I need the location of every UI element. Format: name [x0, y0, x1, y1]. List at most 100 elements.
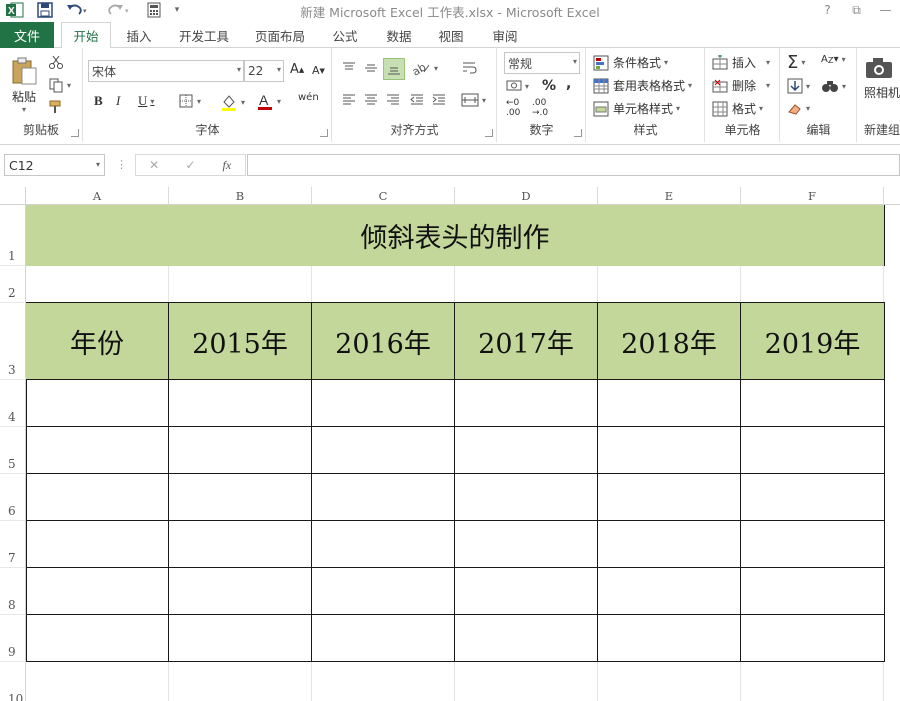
table-cell[interactable]: [598, 521, 741, 568]
row-header-5[interactable]: 5: [0, 427, 26, 474]
table-cell[interactable]: [26, 615, 169, 662]
cell-b2[interactable]: [169, 266, 312, 303]
cell-a2[interactable]: [26, 266, 169, 303]
table-cell[interactable]: [312, 380, 455, 427]
fill-icon[interactable]: ▾: [787, 78, 810, 94]
table-cell[interactable]: [26, 568, 169, 615]
table-cell[interactable]: [455, 568, 598, 615]
table-cell[interactable]: [598, 380, 741, 427]
header-cell-2015[interactable]: 2015年: [169, 303, 312, 380]
conditional-formatting-button[interactable]: 条件格式 ▾: [593, 54, 668, 71]
ribbon-display-button[interactable]: ⧉: [842, 0, 871, 20]
cell-d10[interactable]: [455, 662, 598, 701]
decrease-font-icon[interactable]: A ▼: [312, 64, 325, 77]
cell-d2[interactable]: [455, 266, 598, 303]
clear-icon[interactable]: ▾: [787, 100, 810, 116]
table-cell[interactable]: [455, 427, 598, 474]
header-cell-2019[interactable]: 2019年: [741, 303, 885, 380]
clipboard-dialog-launcher[interactable]: [71, 129, 79, 137]
cell-c2[interactable]: [312, 266, 455, 303]
table-cell[interactable]: [598, 568, 741, 615]
align-right-icon[interactable]: [385, 92, 401, 108]
row-header-9[interactable]: 9: [0, 615, 26, 662]
decrease-decimal-icon[interactable]: .00 →.0: [532, 98, 548, 118]
column-header-d[interactable]: D: [455, 187, 598, 205]
increase-decimal-icon[interactable]: ←0.00: [506, 98, 520, 118]
tab-home[interactable]: 开始: [61, 22, 111, 49]
tab-formulas[interactable]: 公式: [322, 22, 368, 48]
font-size-select[interactable]: 22 ▾: [244, 60, 284, 82]
row-header-2[interactable]: 2: [0, 266, 26, 303]
table-cell[interactable]: [26, 427, 169, 474]
table-cell[interactable]: [598, 427, 741, 474]
insert-function-button[interactable]: fx: [209, 158, 245, 173]
tab-view[interactable]: 视图: [428, 22, 474, 48]
row-header-4[interactable]: 4: [0, 380, 26, 427]
number-dialog-launcher[interactable]: [574, 129, 582, 137]
tab-review[interactable]: 审阅: [482, 22, 528, 48]
table-cell[interactable]: [741, 474, 885, 521]
bold-button[interactable]: B: [94, 93, 103, 109]
align-middle-icon[interactable]: [363, 60, 379, 76]
comma-button[interactable]: ,: [566, 76, 571, 92]
table-cell[interactable]: [455, 521, 598, 568]
help-button[interactable]: ?: [813, 0, 842, 20]
table-cell[interactable]: [455, 615, 598, 662]
column-header-e[interactable]: E: [598, 187, 741, 205]
accounting-format-icon[interactable]: ▾: [506, 78, 529, 94]
cell-a10[interactable]: [26, 662, 169, 701]
header-cell-2016[interactable]: 2016年: [312, 303, 455, 380]
table-cell[interactable]: [598, 474, 741, 521]
table-cell[interactable]: [26, 474, 169, 521]
increase-indent-icon[interactable]: [431, 92, 447, 108]
number-format-select[interactable]: 常规 ▾: [504, 52, 580, 74]
column-header-c[interactable]: C: [312, 187, 455, 205]
insert-cells-button[interactable]: 插入 ▾: [712, 54, 770, 71]
table-cell[interactable]: [598, 615, 741, 662]
row-header-6[interactable]: 6: [0, 474, 26, 521]
wrap-text-icon[interactable]: [461, 60, 477, 76]
find-select-icon[interactable]: ▾: [821, 78, 846, 94]
cell-styles-button[interactable]: 单元格样式 ▾: [593, 100, 680, 117]
cut-icon[interactable]: [48, 54, 64, 70]
font-dialog-launcher[interactable]: [320, 129, 328, 137]
borders-icon[interactable]: ▾: [178, 93, 201, 109]
table-cell[interactable]: [741, 615, 885, 662]
cell-f2[interactable]: [741, 266, 884, 303]
tab-data[interactable]: 数据: [376, 22, 422, 48]
copy-icon[interactable]: ▾: [48, 77, 71, 93]
alignment-dialog-launcher[interactable]: [485, 129, 493, 137]
name-box[interactable]: C12 ▾: [4, 154, 105, 176]
row-header-10[interactable]: 10: [0, 662, 26, 701]
table-cell[interactable]: [312, 615, 455, 662]
table-cell[interactable]: [169, 380, 312, 427]
title-cell[interactable]: 倾斜表头的制作: [26, 205, 885, 266]
phonetic-guide-button[interactable]: wén: [298, 92, 319, 103]
format-as-table-button[interactable]: 套用表格格式 ▾: [593, 77, 692, 94]
table-cell[interactable]: [741, 568, 885, 615]
paste-button[interactable]: 粘贴 ▾: [6, 56, 42, 114]
table-cell[interactable]: [455, 380, 598, 427]
row-header-7[interactable]: 7: [0, 521, 26, 568]
font-color-icon[interactable]: A ▾: [256, 92, 281, 110]
cancel-entry-button[interactable]: ✕: [136, 158, 172, 172]
header-cell-year[interactable]: 年份: [26, 303, 169, 380]
fill-color-icon[interactable]: ▾: [220, 93, 245, 111]
table-cell[interactable]: [169, 615, 312, 662]
cell-f10[interactable]: [741, 662, 884, 701]
header-cell-2017[interactable]: 2017年: [455, 303, 598, 380]
formula-input[interactable]: [247, 154, 900, 176]
sort-filter-icon[interactable]: A Z ▾ ▾: [821, 54, 846, 65]
font-name-select[interactable]: 宋体 ▾: [88, 60, 244, 82]
cell-e10[interactable]: [598, 662, 741, 701]
row-header-8[interactable]: 8: [0, 568, 26, 615]
tab-developer[interactable]: 开发工具: [168, 22, 240, 48]
minimize-button[interactable]: —: [871, 0, 900, 20]
orientation-icon[interactable]: ab ▾: [411, 60, 438, 76]
tab-file[interactable]: 文件: [0, 22, 54, 48]
italic-button[interactable]: I: [116, 93, 120, 109]
cell-e2[interactable]: [598, 266, 741, 303]
table-cell[interactable]: [312, 474, 455, 521]
table-cell[interactable]: [169, 568, 312, 615]
column-header-b[interactable]: B: [169, 187, 312, 205]
